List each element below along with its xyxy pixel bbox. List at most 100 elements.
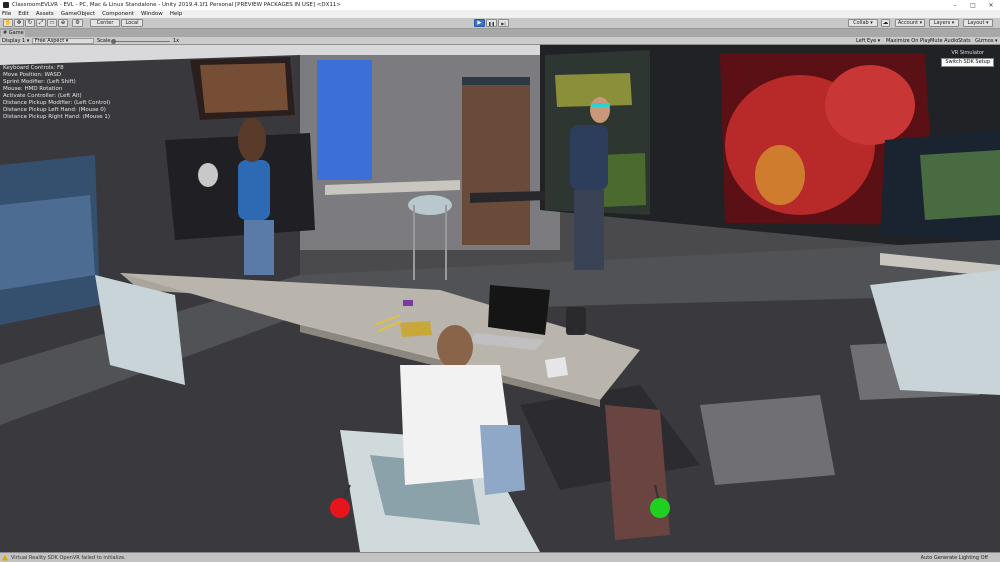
close-button[interactable]: ✕ <box>982 0 1000 10</box>
center-label: Center <box>96 20 114 26</box>
tools-icon: ⚙ <box>75 20 80 26</box>
door <box>462 77 530 245</box>
window-titlebar: ClassroomEVLVR - EVL - PC, Mac & Linux S… <box>0 0 1000 10</box>
scale-icon: ⤢ <box>38 19 44 26</box>
move-tool-button[interactable]: ✥ <box>14 19 24 27</box>
notebook <box>400 321 432 337</box>
status-bar: Virtual Reality SDK OpenVR failed to ini… <box>0 552 1000 562</box>
help-line: Mouse: HMD Rotation <box>3 86 63 92</box>
transform-tool-button[interactable]: ⊕ <box>58 19 68 27</box>
man-shirt <box>570 125 608 190</box>
rotate-tool-button[interactable]: ↻ <box>25 19 35 27</box>
help-line: Move Position: WASD <box>3 72 62 78</box>
pivot-local-toggle[interactable]: Local <box>121 19 143 27</box>
cloud-icon: ☁ <box>882 20 889 26</box>
eye-select[interactable]: Left Eye ▾ <box>856 38 880 44</box>
pivot-center-toggle[interactable]: Center <box>90 19 120 27</box>
woman-jeans <box>244 220 274 275</box>
man-jeans <box>574 190 604 270</box>
play-icon: ▶ <box>477 20 482 26</box>
floor-tile-light <box>700 395 835 485</box>
stool-leg <box>445 205 447 280</box>
main-toolbar: ✋ ✥ ↻ ⤢ ▭ ⊕ ⚙ Center Local ▶ ❚❚ ▶| Colla… <box>0 18 1000 29</box>
layers-label: Layers ▾ <box>933 20 955 26</box>
scale-label: Scale <box>97 38 111 44</box>
menu-gameobject[interactable]: GameObject <box>61 11 95 17</box>
woman-shirt <box>238 160 270 220</box>
left-wall-crowd-detail <box>0 195 95 290</box>
console-message[interactable]: Virtual Reality SDK OpenVR failed to ini… <box>11 555 126 561</box>
left-controller-sphere <box>330 498 350 518</box>
maximize-on-play-toggle[interactable]: Maximize On Play <box>886 38 930 44</box>
skull-model <box>198 163 218 187</box>
layers-dropdown[interactable]: Layers ▾ <box>929 19 959 27</box>
classroom-scene <box>0 45 1000 552</box>
heart-vessels <box>825 65 915 145</box>
scale-value: 1x <box>173 38 180 44</box>
help-line: Activate Controller: (Left Alt) <box>3 93 82 99</box>
vr-simulator-help-overlay: Keyboard Controls: F8 Move Position: WAS… <box>3 65 110 121</box>
pause-icon: ❚❚ <box>488 20 495 26</box>
help-line: Distance Pickup Left Hand: (Mouse 0) <box>3 107 106 113</box>
stats-toggle[interactable]: Stats <box>958 38 971 44</box>
stool-leg <box>413 205 415 280</box>
game-view-toolbar: Display 1 ▾ Free Aspect ▾ Scale 1x Left … <box>0 37 1000 45</box>
menu-file[interactable]: File <box>2 11 11 17</box>
unity-logo-icon <box>3 2 9 8</box>
services-button[interactable]: ☁ <box>881 19 890 27</box>
step-button[interactable]: ▶| <box>498 19 509 27</box>
play-button[interactable]: ▶ <box>474 19 485 27</box>
pause-button[interactable]: ❚❚ <box>486 19 497 27</box>
custom-tool-button[interactable]: ⚙ <box>72 19 83 27</box>
menu-component[interactable]: Component <box>102 11 134 17</box>
layout-label: Layout ▾ <box>967 20 989 26</box>
window-title: ClassroomEVLVR - EVL - PC, Mac & Linux S… <box>12 2 342 8</box>
man-head <box>590 97 610 123</box>
student-head <box>437 325 473 369</box>
scale-slider-handle[interactable] <box>111 38 116 44</box>
local-label: Local <box>125 20 139 26</box>
mute-audio-toggle[interactable]: Mute Audio <box>930 38 958 44</box>
left-wall-image-content <box>200 63 288 113</box>
hand-tool-button[interactable]: ✋ <box>3 19 13 27</box>
lighting-status: Auto Generate Lighting Off <box>920 554 988 561</box>
help-line: Distance Pickup Right Hand: (Mouse 1) <box>3 114 110 120</box>
rect-tool-button[interactable]: ▭ <box>47 19 57 27</box>
back-wall-blue-screen <box>317 60 372 180</box>
menu-edit[interactable]: Edit <box>18 11 29 17</box>
small-box <box>403 300 413 306</box>
aspect-select[interactable]: Free Aspect ▾ <box>32 38 94 44</box>
menu-window[interactable]: Window <box>141 11 163 17</box>
transform-icon: ⊕ <box>60 20 66 26</box>
man-3d-glasses <box>592 103 610 107</box>
account-label: Account ▾ <box>897 20 923 26</box>
maximize-button[interactable]: □ <box>964 0 982 10</box>
account-dropdown[interactable]: Account ▾ <box>895 19 925 27</box>
help-line: Sprint Modifier: (Left Shift) <box>3 79 76 85</box>
switch-sdk-setup-button[interactable]: Switch SDK Setup <box>941 58 994 67</box>
window-controls: – □ ✕ <box>946 0 1000 10</box>
heart-valve <box>755 145 805 205</box>
rect-icon: ▭ <box>49 20 55 26</box>
game-viewport[interactable]: Keyboard Controls: F8 Move Position: WAS… <box>0 45 1000 552</box>
collab-label: Collab ▾ <box>853 20 873 26</box>
tab-game[interactable]: # Game <box>1 30 25 37</box>
right-controller-sphere <box>650 498 670 518</box>
menu-bar: File Edit Assets GameObject Component Wi… <box>0 10 1000 18</box>
collab-button[interactable]: Collab ▾ <box>848 19 878 27</box>
scale-slider-track[interactable] <box>114 40 170 42</box>
student-jeans <box>480 425 525 495</box>
travel-mug <box>566 307 586 335</box>
minimize-button[interactable]: – <box>946 0 964 10</box>
help-line: Keyboard Controls: F8 <box>3 65 64 71</box>
layout-dropdown[interactable]: Layout ▾ <box>963 19 993 27</box>
step-icon: ▶| <box>501 20 506 26</box>
door-frame <box>462 77 530 85</box>
scale-tool-button[interactable]: ⤢ <box>36 19 46 27</box>
menu-assets[interactable]: Assets <box>36 11 54 17</box>
menu-help[interactable]: Help <box>170 11 183 17</box>
right-wall-game-image <box>920 150 1000 220</box>
display-select[interactable]: Display 1 ▾ <box>2 38 29 44</box>
phone <box>545 357 568 378</box>
gizmos-dropdown[interactable]: Gizmos ▾ <box>975 38 998 44</box>
